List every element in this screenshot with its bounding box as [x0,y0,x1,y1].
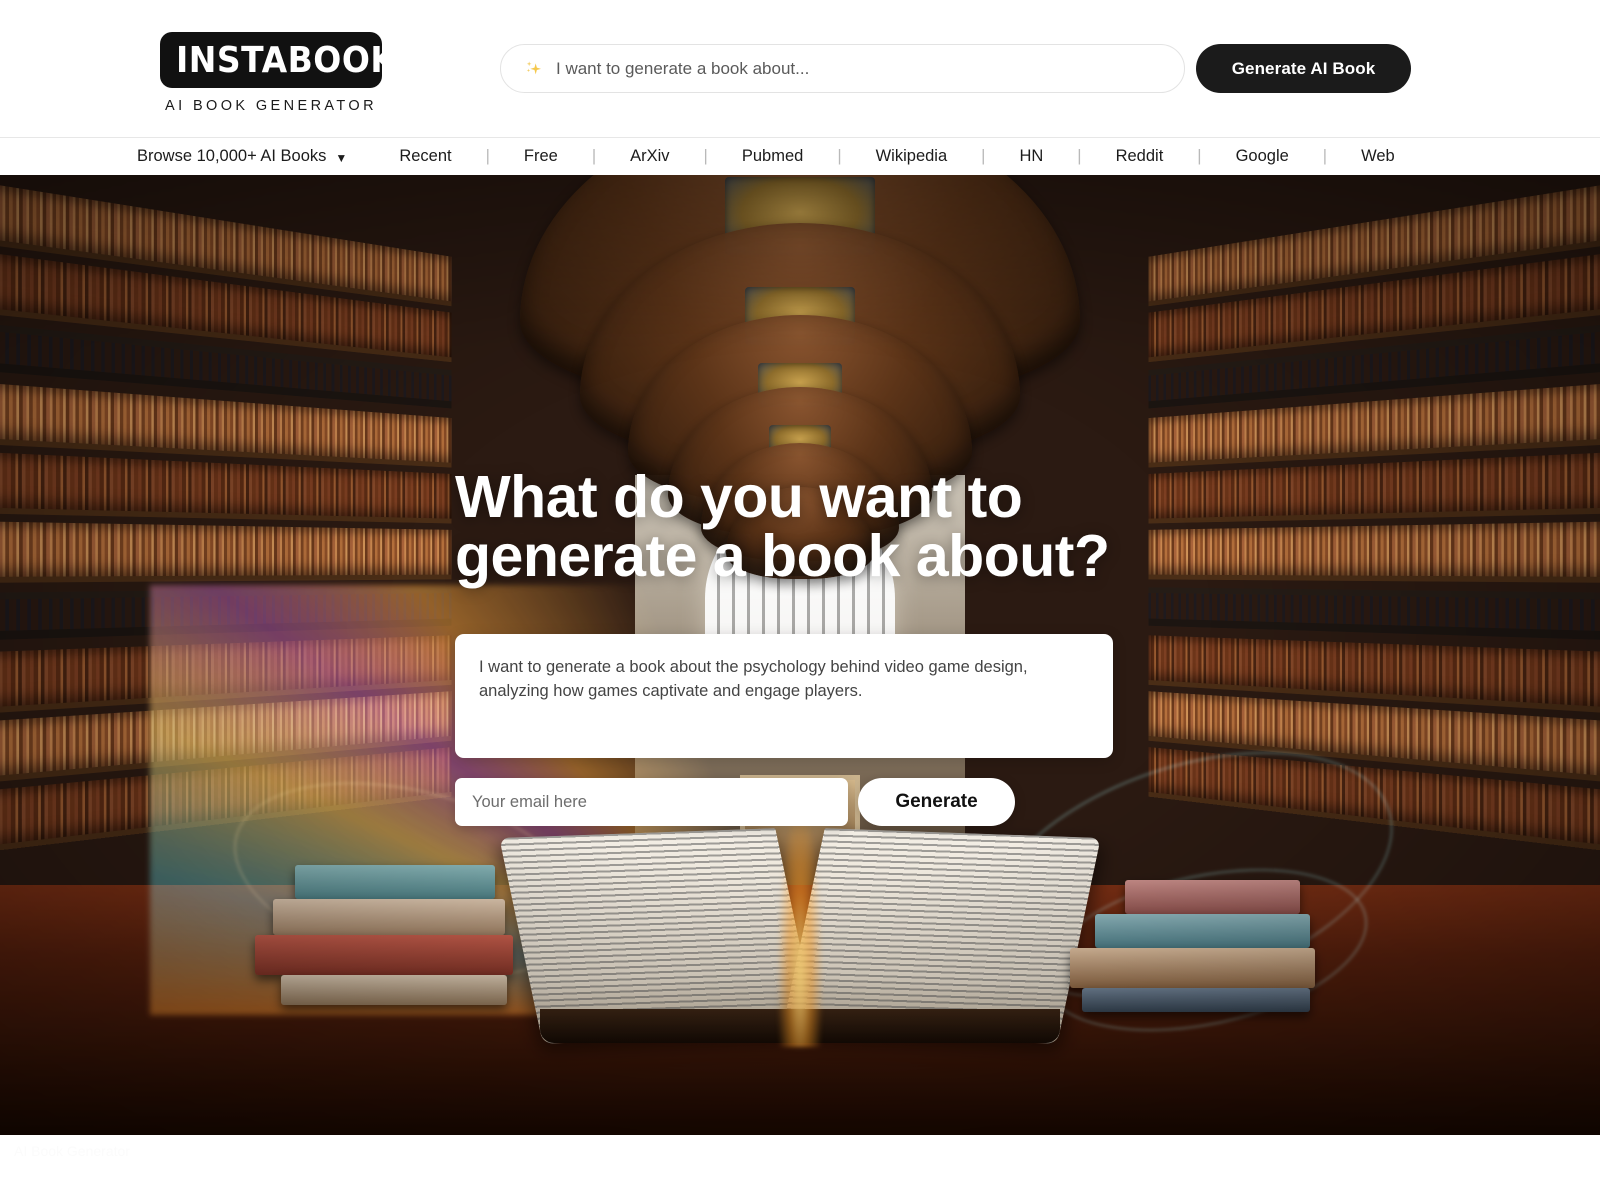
nav-item-hn[interactable]: HN [1013,147,1049,166]
book [1070,948,1315,988]
book-prompt-textarea[interactable] [455,634,1113,758]
sparkle-icon [526,61,541,74]
book-stack-right [1070,880,1340,1012]
nav-item-recent[interactable]: Recent [393,147,457,166]
logo-mark: INSTABOOKS [160,32,421,88]
book [295,865,495,899]
book [1082,988,1310,1012]
search-bar[interactable] [500,44,1185,93]
nav-item-reddit[interactable]: Reddit [1110,147,1170,166]
generate-ai-book-button[interactable]: Generate AI Book [1196,44,1411,93]
nav-separator: | [485,147,490,165]
search-input[interactable] [556,58,1162,79]
book [273,899,505,935]
generate-form-row: Generate [455,778,1115,826]
logo-tagline: AI BOOK GENERATOR [165,98,377,114]
nav-separator: | [591,147,597,165]
site-header: INSTABOOKS AI BOOK GENERATOR Generate AI… [0,0,1600,137]
nav-item-pubmed[interactable]: Pubmed [736,147,809,166]
page-title: What do you want to generate a book abou… [455,468,1115,586]
logo[interactable]: INSTABOOKS AI BOOK GENERATOR [160,32,421,114]
below-fold-area: AI Book Generator [0,1135,1600,1200]
nav-item-web[interactable]: Web [1355,147,1401,166]
generate-button[interactable]: Generate [858,778,1015,826]
open-book [499,807,1101,1047]
nav-item-google[interactable]: Google [1230,147,1295,166]
book [1125,880,1300,914]
nav-item-wikipedia[interactable]: Wikipedia [870,147,954,166]
book-spine-glow [777,807,823,1047]
logo-wordmark: INSTABOOKS [176,38,421,81]
book [281,975,507,1005]
category-nav: Browse 10,000+ AI Books ▼ Recent | Free … [0,137,1600,175]
nav-separator: | [981,147,986,165]
page-title-line-1: What do you want to [455,464,1023,530]
nav-separator: | [1197,147,1202,165]
hero-content: What do you want to generate a book abou… [455,468,1115,826]
nav-separator: | [1077,147,1082,165]
email-input[interactable] [455,778,848,826]
browse-books-label: Browse 10,000+ AI Books [137,147,327,165]
book [1095,914,1310,948]
below-fold-text: AI Book Generator [14,1143,130,1159]
browse-books-dropdown[interactable]: Browse 10,000+ AI Books ▼ [137,147,347,166]
chevron-down-icon: ▼ [335,150,348,165]
nav-separator: | [1322,147,1328,165]
nav-item-free[interactable]: Free [518,147,564,166]
hero-section: What do you want to generate a book abou… [0,175,1600,1135]
nav-separator: | [837,147,842,165]
nav-separator: | [703,147,708,165]
nav-item-arxiv[interactable]: ArXiv [624,147,675,166]
book [255,935,513,975]
page-title-line-2: generate a book about? [455,523,1110,589]
book-stack-left [255,865,545,1005]
